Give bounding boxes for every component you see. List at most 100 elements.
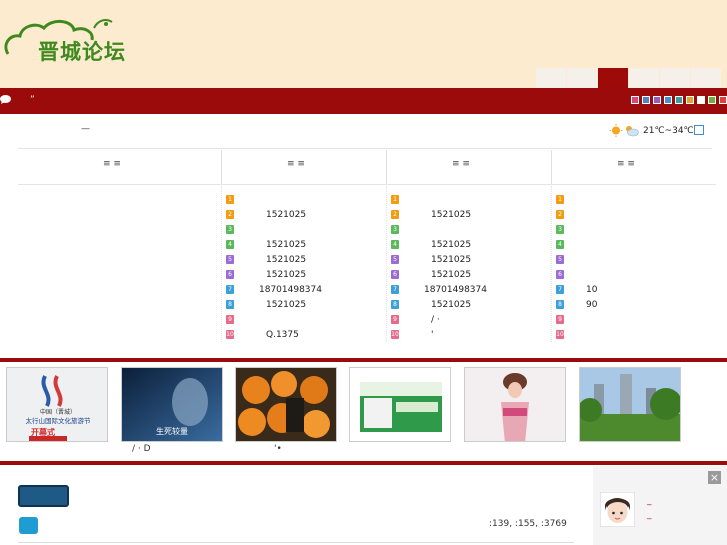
rank-badge: 5 <box>391 255 399 264</box>
list-item[interactable]: 3 <box>391 222 541 237</box>
list-item[interactable]: 6 1521025 <box>391 267 541 282</box>
list-item[interactable]: 5 1521025 <box>391 252 541 267</box>
photo-thumb-oranges[interactable] <box>235 367 337 442</box>
list-item[interactable]: 2 <box>556 207 706 222</box>
top-bar-text[interactable]: ” <box>30 95 35 105</box>
photo-caption[interactable]: / · D <box>132 444 151 454</box>
list-item-text[interactable]: 1521025 <box>266 270 306 280</box>
dash-text: — <box>81 124 90 134</box>
photo-thumb-festival[interactable]: 中国（晋城） 太行山国际文化旅游节 开幕式 <box>6 367 108 442</box>
list-item[interactable]: 2 1521025 <box>391 207 541 222</box>
user-link[interactable]: _ <box>647 496 652 506</box>
avatar[interactable] <box>600 492 635 527</box>
column-header-1[interactable]: ≡ ≡ <box>287 159 305 169</box>
nav-tab[interactable] <box>536 68 566 88</box>
list-item[interactable]: 7 18701498374 <box>226 282 376 297</box>
rank-badge: 1 <box>391 195 399 204</box>
theme-swatch[interactable] <box>664 96 672 104</box>
theme-swatch[interactable] <box>708 96 716 104</box>
photo-thumb-movie[interactable]: 生死较量 <box>121 367 223 442</box>
list-item-text[interactable]: ' <box>431 330 433 340</box>
theme-swatch[interactable] <box>697 96 705 104</box>
list-item[interactable]: 7 18701498374 <box>391 282 541 297</box>
list-item-text[interactable]: 1521025 <box>431 300 471 310</box>
photo-thumb-park[interactable] <box>579 367 681 442</box>
list-item[interactable]: 5 1521025 <box>226 252 376 267</box>
list-item[interactable]: 10 ' <box>391 327 541 342</box>
theme-swatch[interactable] <box>719 96 727 104</box>
forum-stats: :139, :155, :3769 <box>489 519 567 529</box>
rank-badge: 2 <box>391 210 399 219</box>
list-item-text[interactable]: / · <box>431 315 440 325</box>
list-item[interactable]: 10 Q.1375 <box>226 327 376 342</box>
divider <box>18 148 712 149</box>
list-item-text[interactable]: 1521025 <box>431 270 471 280</box>
list-item-text[interactable]: 1521025 <box>266 255 306 265</box>
list-item[interactable]: 10 <box>556 327 706 342</box>
calendar-icon[interactable] <box>694 125 704 135</box>
primary-button[interactable] <box>18 485 69 507</box>
photo-caption[interactable]: '• <box>274 444 282 454</box>
photo-thumb-model[interactable] <box>464 367 566 442</box>
list-item[interactable]: 5 <box>556 252 706 267</box>
list-item[interactable]: 3 <box>556 222 706 237</box>
list-item[interactable]: 7 10 <box>556 282 706 297</box>
list-item[interactable]: 3 <box>226 222 376 237</box>
nav-tab[interactable] <box>691 68 721 88</box>
list-item-text[interactable]: 18701498374 <box>259 285 322 295</box>
rank-badge: 3 <box>556 225 564 234</box>
rank-badge: 10 <box>226 330 234 339</box>
list-item-text[interactable]: 1521025 <box>431 210 471 220</box>
rank-badge: 9 <box>391 315 399 324</box>
top-nav-bar: ” <box>0 88 727 114</box>
theme-swatch[interactable] <box>642 96 650 104</box>
left-column-header[interactable]: ≡ ≡ <box>103 159 121 169</box>
ranking-list: 1 2 3 4 5 6 7 10 8 90 9 10 <box>556 192 706 342</box>
column-header-3[interactable]: ≡ ≡ <box>617 159 635 169</box>
list-item[interactable]: 9 <box>226 312 376 327</box>
list-item[interactable]: 8 90 <box>556 297 706 312</box>
nav-tab[interactable] <box>567 68 597 88</box>
list-item-text[interactable]: 1521025 <box>431 255 471 265</box>
chat-bubble-icon[interactable] <box>0 95 11 104</box>
theme-swatch[interactable] <box>653 96 661 104</box>
photo-thumb-tea-box[interactable] <box>349 367 451 442</box>
list-item[interactable]: 6 <box>556 267 706 282</box>
list-item[interactable]: 9 <box>556 312 706 327</box>
list-item[interactable]: 4 1521025 <box>226 237 376 252</box>
list-item-text[interactable]: 10 <box>586 285 597 295</box>
list-item[interactable]: 1 <box>226 192 376 207</box>
theme-swatch[interactable] <box>686 96 694 104</box>
theme-swatch[interactable] <box>631 96 639 104</box>
cloudy-icon <box>626 126 639 137</box>
small-square-button[interactable] <box>19 517 38 534</box>
list-item-text[interactable]: 18701498374 <box>424 285 487 295</box>
svg-text:中国（晋城）: 中国（晋城） <box>40 408 76 416</box>
column-header-2[interactable]: ≡ ≡ <box>452 159 470 169</box>
rank-badge: 10 <box>391 330 399 339</box>
list-item-text[interactable]: Q.1375 <box>266 330 299 340</box>
theme-swatch[interactable] <box>675 96 683 104</box>
list-item[interactable]: 8 1521025 <box>226 297 376 312</box>
nav-tab[interactable] <box>629 68 659 88</box>
theme-color-swatches <box>628 96 727 104</box>
list-item-text[interactable]: 1521025 <box>266 210 306 220</box>
list-item-text[interactable]: 1521025 <box>266 300 306 310</box>
user-link[interactable]: _ <box>647 510 652 520</box>
close-icon[interactable]: × <box>708 471 721 484</box>
nav-tab[interactable] <box>660 68 690 88</box>
list-item[interactable]: 4 1521025 <box>391 237 541 252</box>
site-logo-text[interactable]: 晋城论坛 <box>38 36 126 66</box>
list-item[interactable]: 2 1521025 <box>226 207 376 222</box>
list-item[interactable]: 6 1521025 <box>226 267 376 282</box>
list-item-text[interactable]: 1521025 <box>266 240 306 250</box>
list-item[interactable]: 4 <box>556 237 706 252</box>
list-item[interactable]: 8 1521025 <box>391 297 541 312</box>
list-item[interactable]: 9 / · <box>391 312 541 327</box>
nav-tab-active[interactable] <box>598 68 628 88</box>
list-item-text[interactable]: 90 <box>586 300 597 310</box>
column-divider <box>221 150 222 184</box>
list-item-text[interactable]: 1521025 <box>431 240 471 250</box>
list-item[interactable]: 1 <box>556 192 706 207</box>
list-item[interactable]: 1 <box>391 192 541 207</box>
